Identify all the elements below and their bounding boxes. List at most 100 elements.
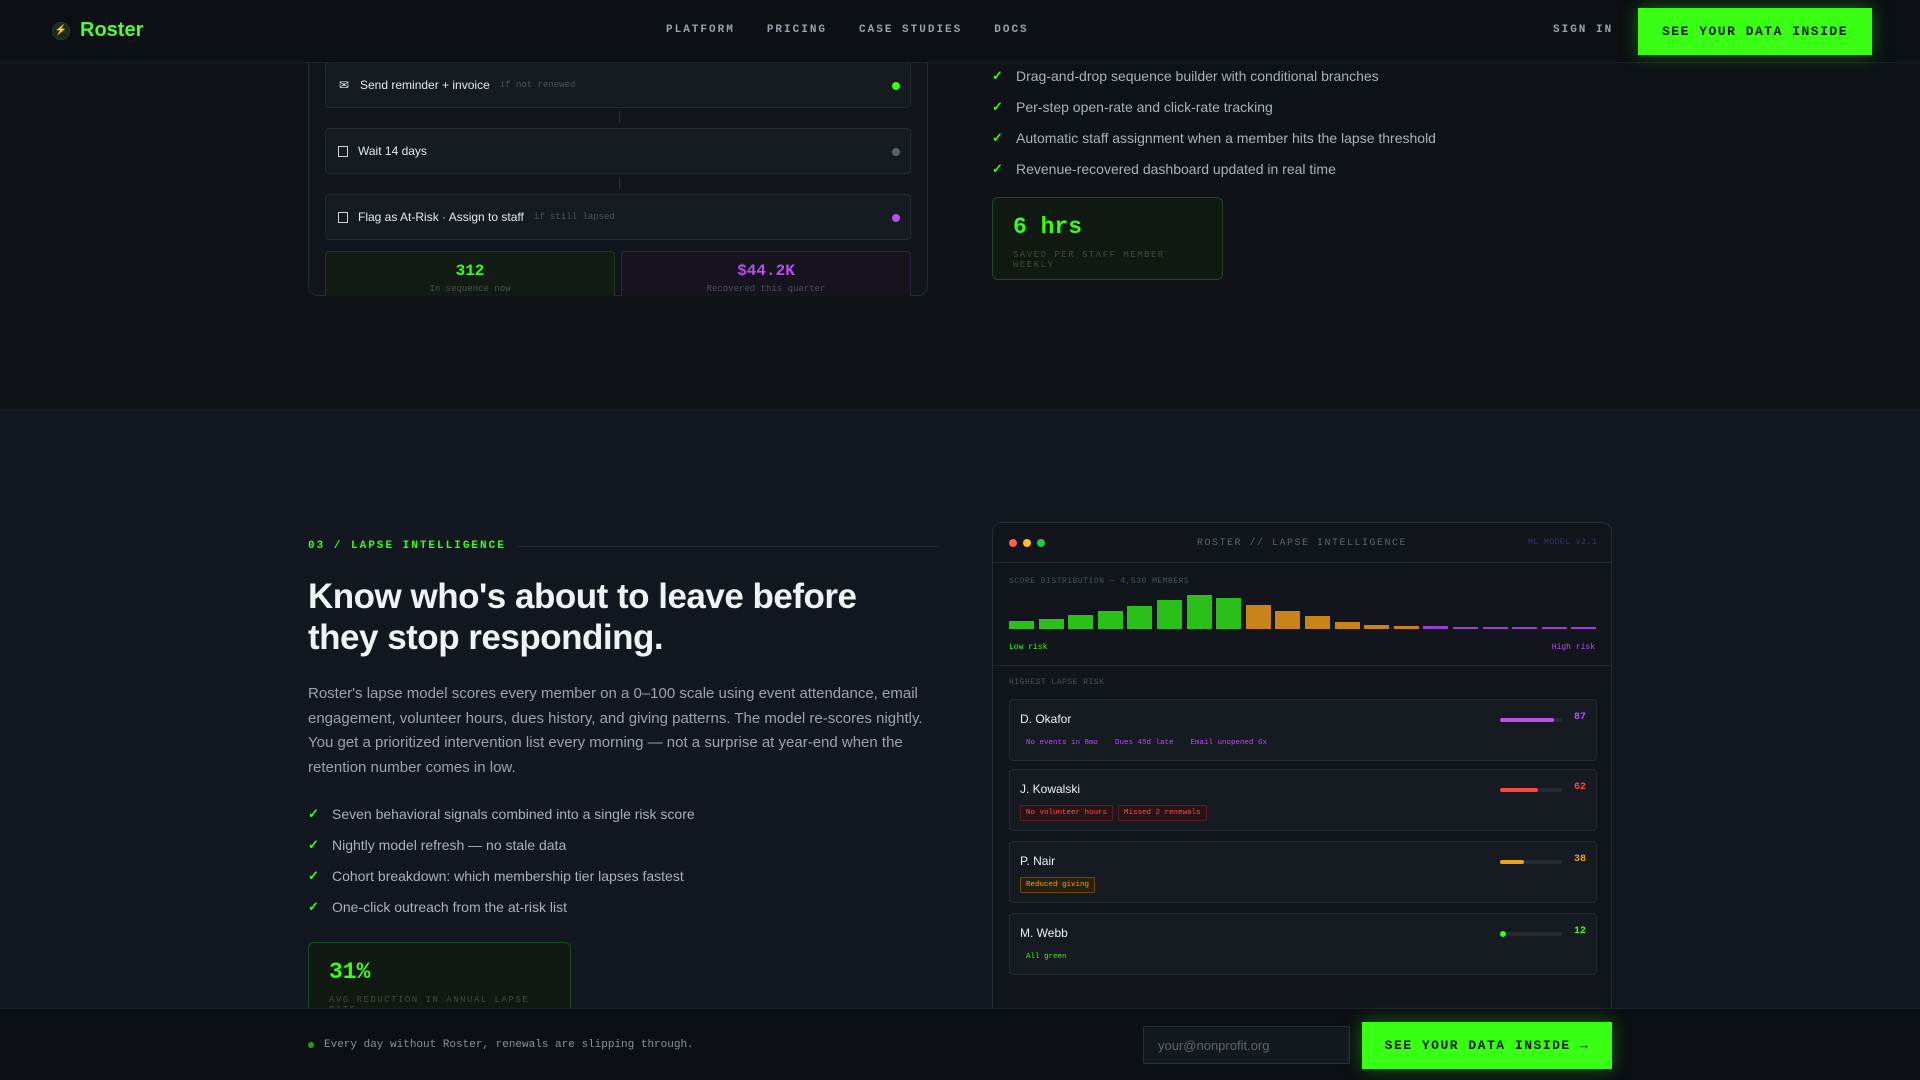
risk-tag: Dues 45d late (1115, 739, 1174, 747)
check-icon: ✓ (308, 898, 319, 914)
email-input[interactable] (1143, 1026, 1350, 1064)
distribution-bar (1216, 597, 1242, 629)
member-name: P. Nair (1020, 854, 1056, 868)
distribution-bar (1541, 627, 1567, 629)
urgency-message: Every day without Roster, renewals are s… (308, 1039, 694, 1051)
stat-label: Recovered this quarter (706, 284, 826, 294)
brand[interactable]: ⚡ Roster (52, 19, 143, 42)
step-connector (619, 111, 620, 123)
risk-score: 38 (1573, 854, 1586, 865)
lapse-feature-list: ✓ Seven behavioral signals combined into … (308, 798, 695, 922)
high-risk-label: High risk (1551, 643, 1595, 652)
risk-bar-fill (1500, 718, 1554, 722)
member-name: M. Webb (1020, 926, 1068, 940)
distribution-bar (1157, 599, 1182, 629)
distribution-bar (1068, 614, 1094, 629)
distribution-bar (1009, 621, 1034, 629)
lapse-intelligence-panel: ROSTER // LAPSE INTELLIGENCE ML MODEL v2… (992, 522, 1612, 1012)
risk-bar (1500, 788, 1562, 792)
step-connector (619, 177, 620, 189)
step-status-dot (892, 214, 900, 222)
feature-text: Automatic staff assignment when a member… (1016, 129, 1436, 146)
section-paragraph: Roster's lapse model scores every member… (308, 685, 923, 776)
distribution-bar (1127, 605, 1153, 629)
sequence-step[interactable]: Wait 14 days (325, 128, 911, 174)
kpi-value: 6 hrs (1013, 214, 1083, 240)
risk-tag: Missed 2 renewals (1118, 805, 1207, 821)
feature-item: ✓ Per-step open-rate and click-rate track… (992, 91, 1436, 122)
member-name: D. Okafor (1020, 712, 1072, 726)
feature-text: Seven behavioral signals combined into a… (332, 805, 695, 822)
distribution-bar (1423, 626, 1449, 629)
risk-tags: No volunteer hours Missed 2 renewals (1020, 805, 1207, 821)
stat-value: 312 (455, 262, 485, 280)
feature-text: One-click outreach from the at-risk list (332, 898, 567, 915)
distribution-bar (1571, 627, 1597, 629)
feature-item: ✓ Cohort breakdown: which membership tier… (308, 860, 695, 891)
risk-score: 87 (1573, 712, 1586, 723)
sequence-step[interactable]: Flag as At-Risk · Assign to staff if sti… (325, 194, 911, 240)
feature-text: Revenue-recovered dashboard updated in r… (1016, 160, 1336, 177)
check-icon: ✓ (308, 805, 319, 821)
nav-links: PLATFORM PRICING CASE STUDIES DOCS (666, 24, 1029, 36)
member-row[interactable]: J. Kowalski 62 No volunteer hours Missed… (1009, 769, 1597, 831)
step-status-dot (892, 82, 900, 90)
recovered-stat: $44.2K Recovered this quarter (621, 251, 911, 296)
eyebrow-text: 03 / LAPSE INTELLIGENCE (308, 540, 506, 552)
distribution-bar (1186, 594, 1212, 629)
risk-dot (1500, 931, 1506, 937)
bottom-cta-button[interactable]: SEE YOUR DATA INSIDE → (1362, 1022, 1612, 1069)
risk-bar (1500, 718, 1562, 722)
risk-bar (1500, 860, 1562, 864)
low-risk-label: Low risk (1009, 643, 1048, 652)
risk-bar (1508, 932, 1562, 936)
top-nav: ⚡ Roster PLATFORM PRICING CASE STUDIES D… (0, 0, 1920, 63)
nav-link-pricing[interactable]: PRICING (767, 24, 827, 36)
sign-in-link[interactable]: SIGN IN (1553, 24, 1613, 36)
nav-link-platform[interactable]: PLATFORM (666, 24, 735, 36)
feature-text: Per-step open-rate and click-rate tracki… (1016, 98, 1273, 115)
check-icon: ✓ (308, 867, 319, 883)
feature-item: ✓ One-click outreach from the at-risk lis… (308, 891, 695, 922)
distribution-bar (1453, 626, 1478, 629)
flag-icon (338, 211, 348, 223)
nav-link-docs[interactable]: DOCS (994, 24, 1028, 36)
sequence-step[interactable]: ✉ Send reminder + invoice if not renewed (325, 62, 911, 108)
nav-link-case-studies[interactable]: CASE STUDIES (859, 24, 962, 36)
section-headline: Know who's about to leave before they st… (308, 577, 857, 657)
check-icon: ✓ (992, 67, 1003, 83)
sticky-cta-bar: Every day without Roster, renewals are s… (0, 1008, 1920, 1080)
risk-score: 12 (1573, 926, 1586, 937)
risk-tags: All green (1020, 949, 1073, 965)
member-row[interactable]: P. Nair 38 Reduced giving (1009, 841, 1597, 903)
distribution-bar (1245, 605, 1271, 629)
panel-header: ROSTER // LAPSE INTELLIGENCE ML MODEL v2… (993, 523, 1611, 563)
step-label: Send reminder + invoice (360, 78, 490, 92)
feature-item: ✓ Nightly model refresh — no stale data (308, 829, 695, 860)
stat-value: $44.2K (737, 262, 795, 280)
stat-label: In sequence now (429, 284, 511, 294)
member-row[interactable]: D. Okafor 87 No events in 8mo Dues 45d l… (1009, 699, 1597, 761)
automation-kpi: 6 hrs SAVED PER STAFF MEMBER WEEKLY (992, 197, 1223, 280)
wait-icon (338, 145, 348, 157)
feature-item: ✓ Revenue-recovered dashboard updated in … (992, 153, 1436, 184)
urgency-text: Every day without Roster, renewals are s… (324, 1039, 694, 1051)
envelope-icon: ✉ (338, 78, 350, 92)
step-label: Flag as At-Risk · Assign to staff (358, 210, 524, 224)
nav-cta-button[interactable]: SEE YOUR DATA INSIDE (1638, 8, 1872, 55)
distribution-label: SCORE DISTRIBUTION — 4,530 MEMBERS (1009, 577, 1190, 586)
feature-text: Cohort breakdown: which membership tier … (332, 867, 684, 884)
panel-title: ROSTER // LAPSE INTELLIGENCE (1196, 538, 1408, 549)
eyebrow-line (517, 545, 938, 547)
feature-item: ✓ Drag-and-drop sequence builder with con… (992, 60, 1436, 91)
check-icon: ✓ (308, 836, 319, 852)
distribution-bar (1512, 627, 1538, 629)
risk-tag: No volunteer hours (1020, 805, 1114, 821)
risk-bar-fill (1500, 860, 1524, 864)
risk-bar-fill (1500, 788, 1539, 792)
risk-tag: Email unopened 6x (1190, 739, 1268, 747)
member-row[interactable]: M. Webb 12 All green (1009, 913, 1597, 975)
distribution-bar (1038, 618, 1064, 629)
risk-tag: No events in 8mo (1026, 739, 1099, 747)
kpi-label: SAVED PER STAFF MEMBER WEEKLY (1013, 250, 1165, 270)
